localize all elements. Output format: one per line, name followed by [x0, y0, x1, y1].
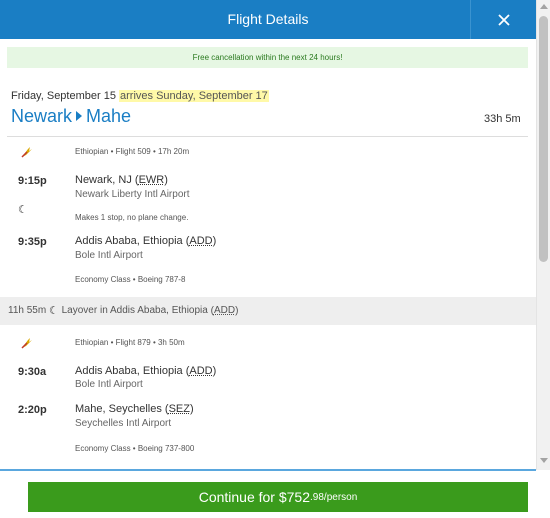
arrive-time: 2:20p [18, 404, 47, 416]
page-title: Flight Details [227, 11, 309, 27]
route-arrow-icon [76, 111, 83, 122]
scrollbar[interactable] [536, 0, 550, 470]
depart-city-name: Newark, NJ [75, 174, 132, 186]
arrive-city: Mahe, Seychelles (SEZ) [75, 403, 194, 415]
cancellation-notice: Free cancellation within the next 24 hou… [7, 47, 528, 68]
arrive-city: Addis Ababa, Ethiopia (ADD) [75, 235, 217, 247]
trip-date-line: Friday, September 15 arrives Sunday, Sep… [11, 90, 269, 102]
arrive-airport-code[interactable]: ADD [189, 235, 212, 247]
scroll-up-arrow-icon[interactable] [540, 4, 548, 9]
depart-airport-code[interactable]: ADD [189, 365, 212, 377]
depart-city-name: Addis Ababa, Ethiopia [75, 365, 183, 377]
header-bar: Flight Details [0, 0, 536, 39]
ethiopian-airline-logo-icon [21, 147, 32, 158]
cabin-info: Economy Class • Boeing 787-8 [75, 275, 186, 284]
trip-duration: 33h 5m [484, 113, 521, 125]
stop-note: Makes 1 stop, no plane change. [75, 213, 189, 222]
divider [7, 136, 528, 137]
price-suffix: .98/person [310, 491, 358, 503]
flight-details-content: Free cancellation within the next 24 hou… [0, 39, 536, 471]
depart-city: Newark, NJ (EWR) [75, 174, 168, 186]
arrive-airport-code[interactable]: SEZ [169, 403, 190, 415]
close-icon [497, 13, 510, 26]
layover-bar: 11h 55m ☾ Layover in Addis Ababa, Ethiop… [0, 297, 536, 325]
arrive-airport: Bole Intl Airport [75, 250, 143, 261]
depart-airport: Bole Intl Airport [75, 379, 143, 390]
cabin-info: Economy Class • Boeing 737-800 [75, 444, 195, 453]
depart-airport: Newark Liberty Intl Airport [75, 189, 190, 200]
depart-date: Friday, September 15 [11, 90, 116, 102]
depart-city: Addis Ababa, Ethiopia (ADD) [75, 365, 217, 377]
continue-label: Continue for $752 [198, 489, 311, 505]
route-destination: Mahe [86, 106, 132, 126]
layover-duration: 11h 55m [8, 305, 47, 316]
layover-text: Layover in Addis Ababa, Ethiopia [61, 305, 208, 316]
route-title: Newark Mahe [11, 106, 131, 127]
ethiopian-airline-logo-icon [21, 338, 32, 349]
moon-icon: ☾ [18, 204, 28, 216]
depart-time: 9:30a [18, 366, 47, 378]
footer: Continue for $752.98/person [0, 471, 550, 518]
arrive-time: 9:35p [18, 236, 47, 248]
arrive-city-name: Addis Ababa, Ethiopia [75, 235, 183, 247]
close-button[interactable] [470, 0, 536, 39]
segment-airline-info: Ethiopian • Flight 879 • 3h 50m [75, 338, 185, 347]
arrival-date-highlight: arrives Sunday, September 17 [119, 90, 269, 102]
route-origin: Newark [11, 106, 73, 126]
scroll-thumb[interactable] [539, 16, 548, 262]
arrive-city-name: Mahe, Seychelles [75, 403, 162, 415]
moon-icon: ☾ [48, 305, 59, 317]
scroll-down-arrow-icon[interactable] [540, 458, 548, 463]
arrive-airport: Seychelles Intl Airport [75, 418, 172, 429]
depart-airport-code[interactable]: EWR [139, 174, 165, 186]
depart-time: 9:15p [18, 175, 47, 187]
segment-airline-info: Ethiopian • Flight 509 • 17h 20m [75, 147, 190, 156]
layover-airport-code[interactable]: ADD [214, 305, 235, 316]
continue-button[interactable]: Continue for $752.98/person [28, 482, 528, 512]
